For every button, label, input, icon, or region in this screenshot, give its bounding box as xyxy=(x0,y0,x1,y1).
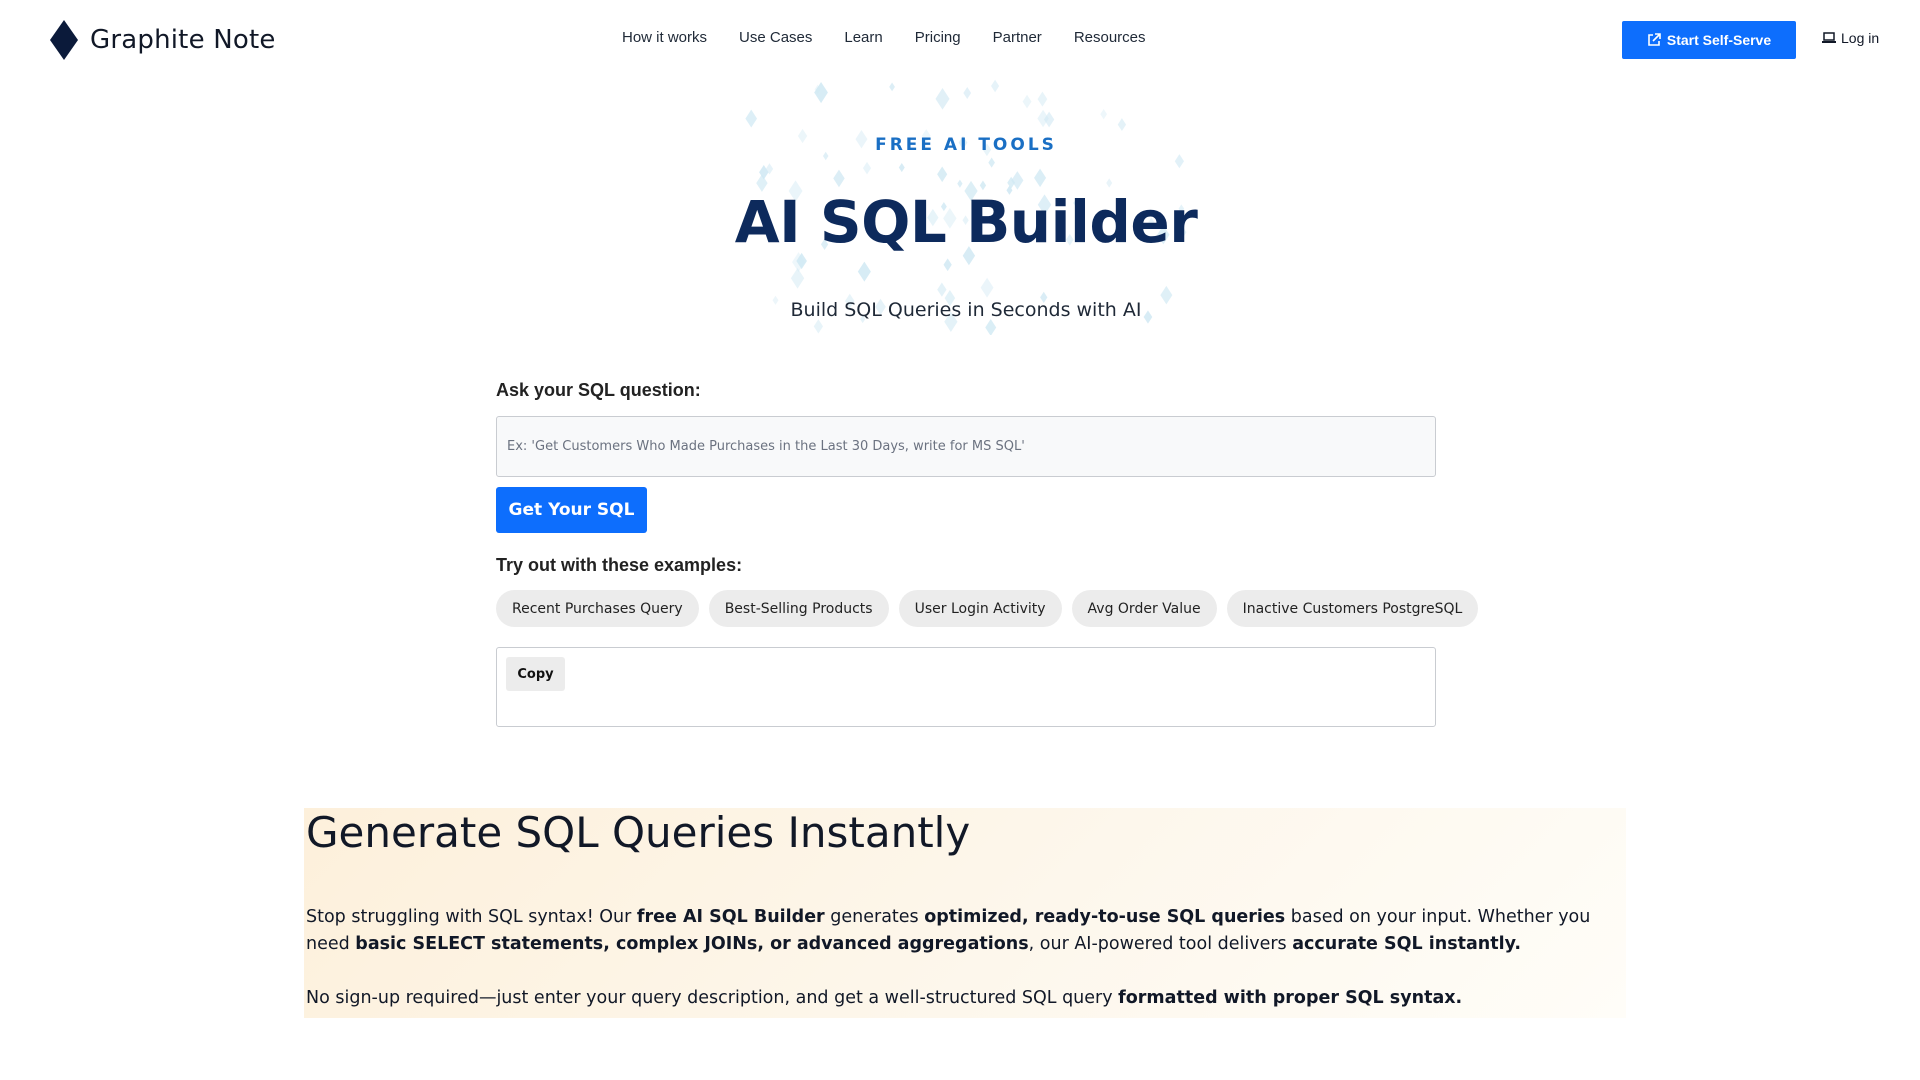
emphasis: free AI SQL Builder xyxy=(636,907,825,927)
sql-question-input[interactable] xyxy=(496,416,1436,477)
nav-use-cases[interactable]: Use Cases xyxy=(739,29,812,46)
question-label: Ask your SQL question: xyxy=(496,380,701,400)
site-header: Graphite Note How it works Use Cases Lea… xyxy=(0,0,1920,80)
section-heading: Generate SQL Queries Instantly xyxy=(306,808,971,857)
nav-partner[interactable]: Partner xyxy=(993,29,1042,46)
emphasis: basic SELECT statements, complex JOINs, … xyxy=(355,934,1029,954)
emphasis: formatted with proper SQL syntax. xyxy=(1118,988,1463,1008)
sql-output-box[interactable]: Copy xyxy=(496,647,1436,727)
page-subtitle: Build SQL Queries in Seconds with AI xyxy=(790,299,1142,321)
text: Stop struggling with SQL syntax! Our xyxy=(306,907,637,927)
section-paragraph-1: Stop struggling with SQL syntax! Our fre… xyxy=(306,904,1606,958)
emphasis: optimized, ready-to-use SQL queries xyxy=(924,907,1286,927)
hero-eyebrow: FREE AI TOOLS xyxy=(875,135,1057,155)
start-self-serve-button[interactable]: Start Self-Serve xyxy=(1622,21,1796,59)
example-chip-recent-purchases[interactable]: Recent Purchases Query xyxy=(496,590,699,627)
info-section: Generate SQL Queries Instantly Stop stru… xyxy=(304,808,1626,1018)
example-chip-inactive-customers[interactable]: Inactive Customers PostgreSQL xyxy=(1226,590,1479,627)
nav-how-it-works[interactable]: How it works xyxy=(622,29,707,46)
get-sql-button[interactable]: Get Your SQL xyxy=(496,487,647,533)
example-chip-avg-order[interactable]: Avg Order Value xyxy=(1071,590,1217,627)
sql-builder-tool: Ask your SQL question: Get Your SQL Try … xyxy=(496,380,1479,727)
copy-button[interactable]: Copy xyxy=(506,657,565,691)
section-paragraph-2: No sign-up required—just enter your quer… xyxy=(306,985,1606,1012)
logo[interactable]: Graphite Note xyxy=(50,20,276,60)
examples-label: Try out with these examples: xyxy=(496,555,743,575)
main-nav: How it works Use Cases Learn Pricing Par… xyxy=(622,29,1146,46)
external-link-icon xyxy=(1648,33,1661,46)
text: generates xyxy=(824,907,925,927)
nav-resources[interactable]: Resources xyxy=(1074,29,1146,46)
example-chip-user-login[interactable]: User Login Activity xyxy=(898,590,1062,627)
text: , our AI-powered tool delivers xyxy=(1028,934,1293,954)
page-title: AI SQL Builder xyxy=(734,188,1198,256)
login-label: Log in xyxy=(1841,30,1880,46)
start-self-serve-label: Start Self-Serve xyxy=(1666,32,1772,48)
nav-learn[interactable]: Learn xyxy=(844,29,882,46)
example-chip-best-selling[interactable]: Best-Selling Products xyxy=(708,590,889,627)
diamond-icon xyxy=(50,20,78,60)
text: No sign-up required—just enter your quer… xyxy=(306,988,1119,1008)
emphasis: accurate SQL instantly. xyxy=(1292,934,1522,954)
laptop-icon xyxy=(1822,32,1836,43)
nav-pricing[interactable]: Pricing xyxy=(915,29,961,46)
login-link[interactable]: Log in xyxy=(1822,30,1879,46)
logo-text: Graphite Note xyxy=(90,25,276,55)
example-chips: Recent Purchases Query Best-Selling Prod… xyxy=(496,590,1479,627)
